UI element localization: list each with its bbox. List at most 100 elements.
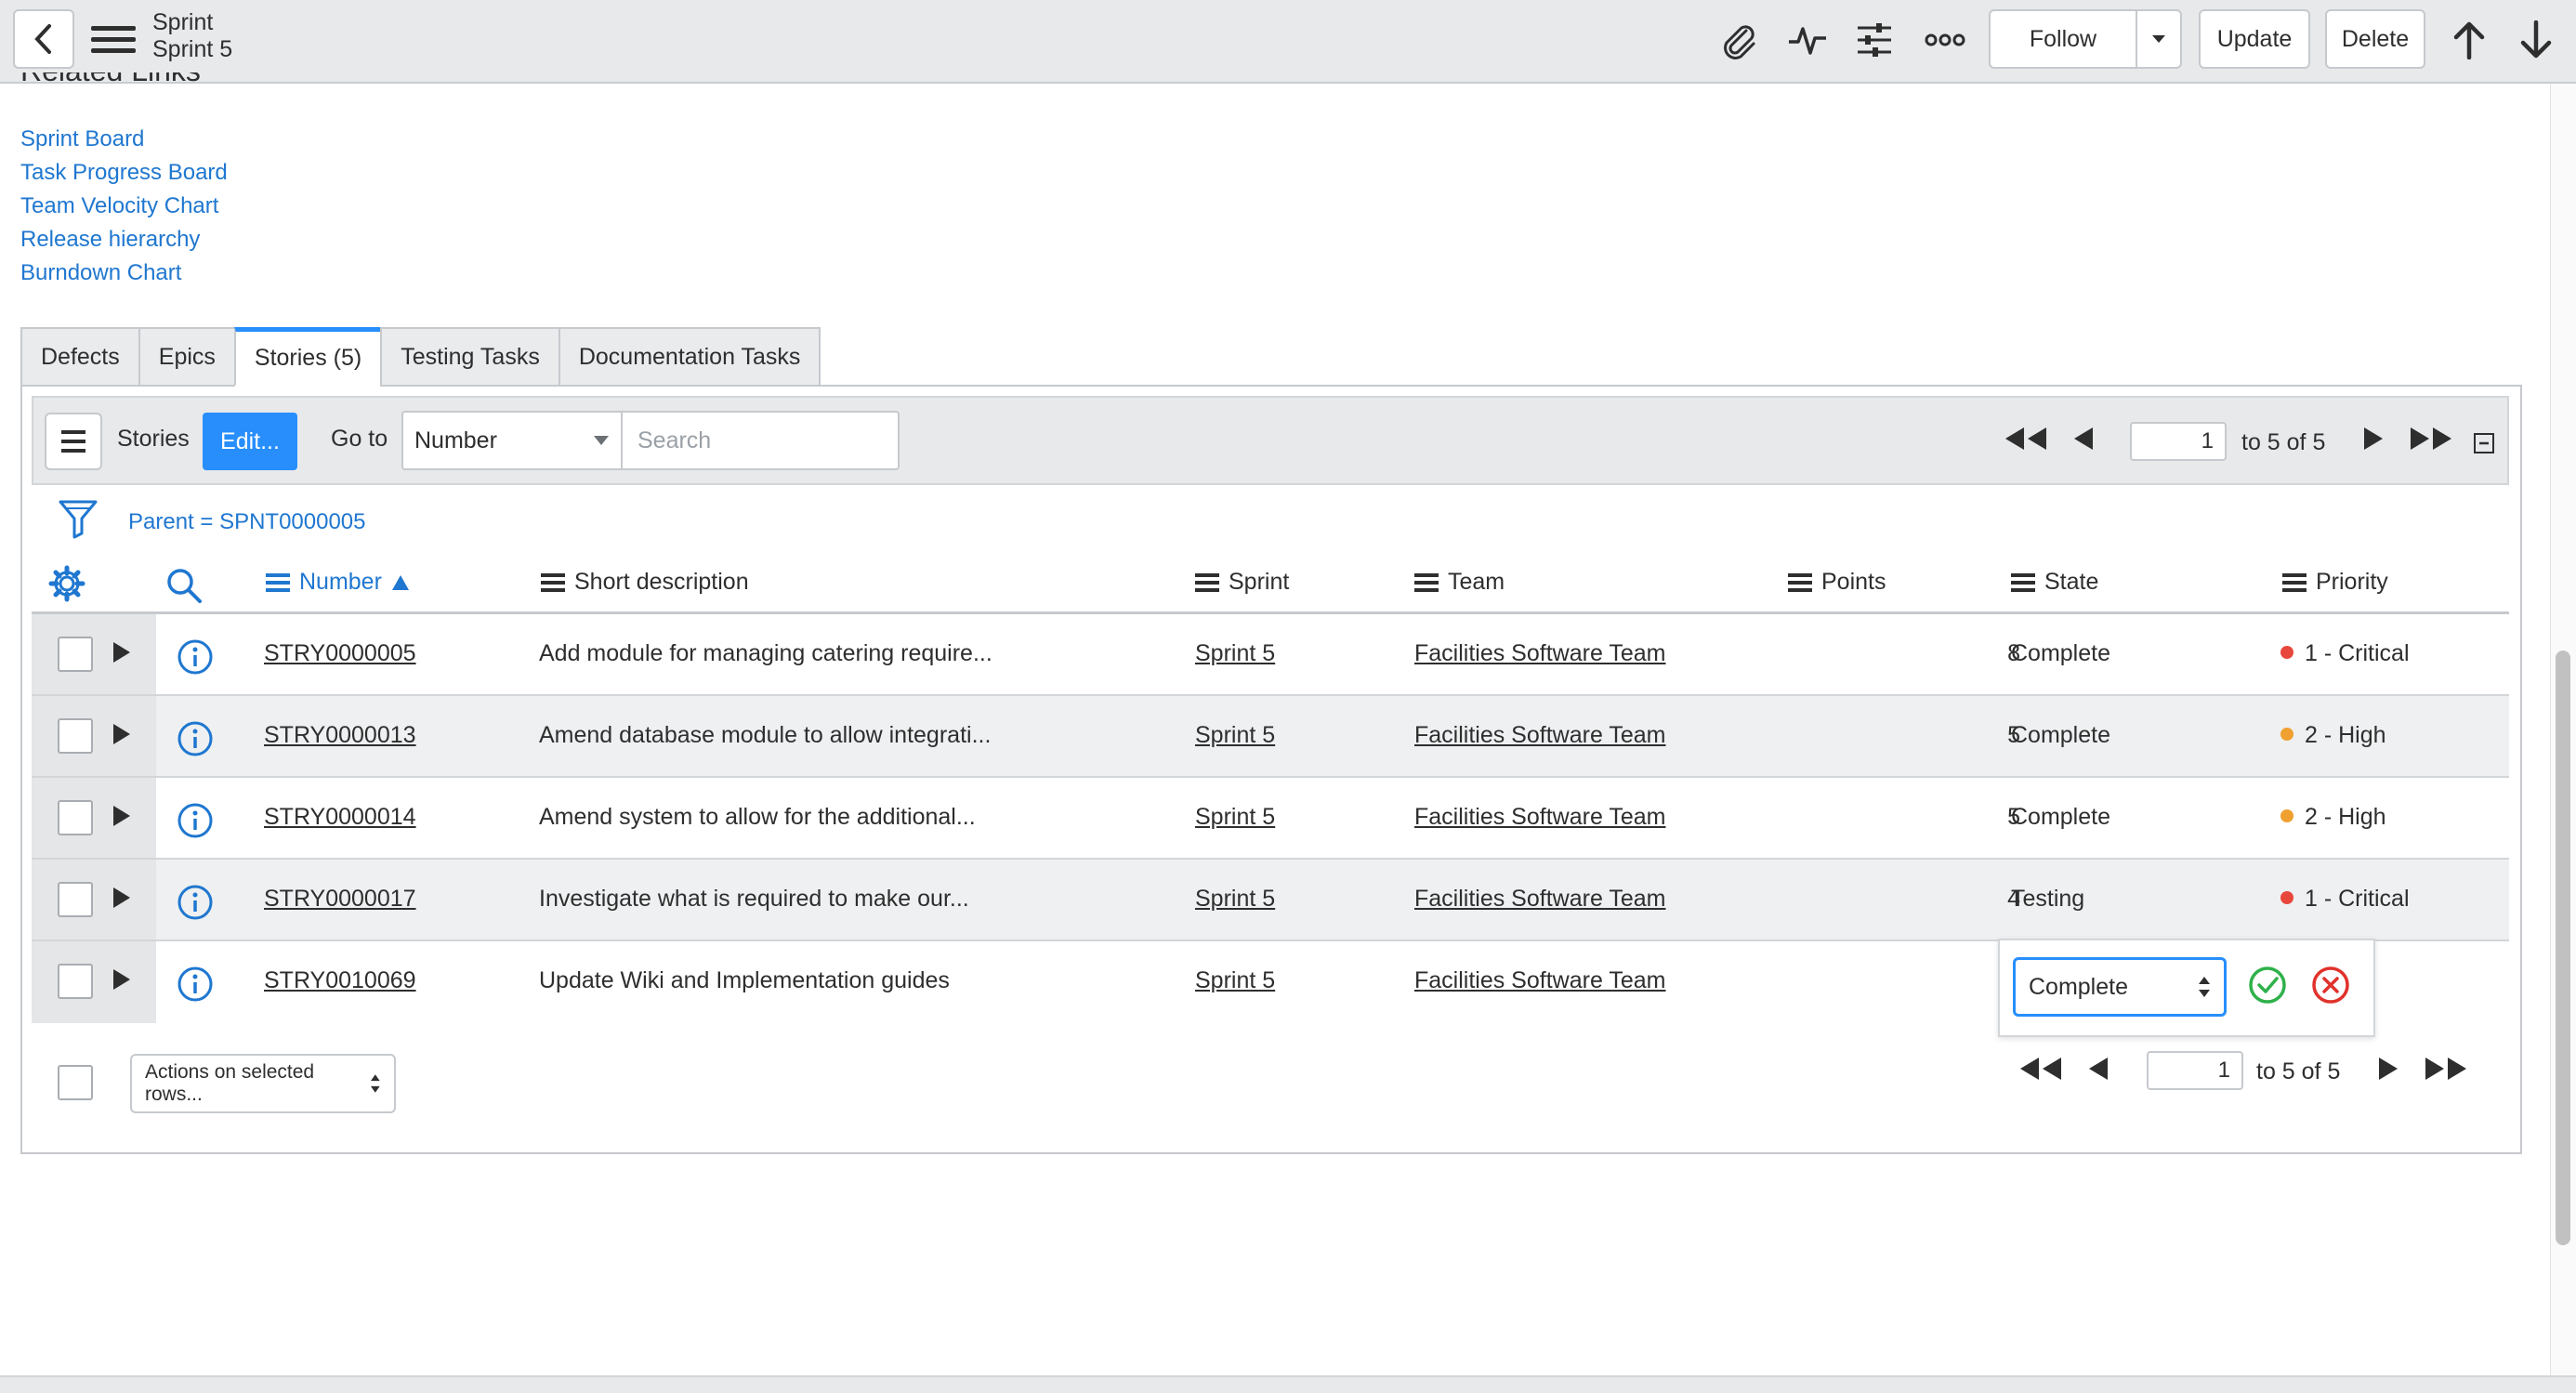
link-team-velocity-chart[interactable]: Team Velocity Chart: [20, 193, 218, 219]
list-toolbar: Stories Edit... Go to Number Search 1 to…: [32, 396, 2509, 485]
cell-team[interactable]: Facilities Software Team: [1414, 804, 1665, 831]
cell-team[interactable]: Facilities Software Team: [1414, 722, 1665, 749]
app-root: Sprint Sprint 5 Follow Update Delete Spr…: [0, 0, 2576, 1393]
select-all-checkbox[interactable]: [58, 1065, 93, 1100]
page-number-input[interactable]: 1: [2130, 422, 2227, 461]
column-search-icon[interactable]: [165, 567, 203, 604]
actions-on-selected-rows-select[interactable]: Actions on selected rows...: [130, 1054, 396, 1113]
save-check-icon[interactable]: [2247, 965, 2288, 1005]
link-release-hierarchy[interactable]: Release hierarchy: [20, 227, 200, 253]
priority-critical-dot: [2280, 891, 2293, 905]
scrollbar-thumb[interactable]: [2556, 651, 2570, 1245]
collapse-list-icon[interactable]: [2474, 433, 2494, 453]
table-row[interactable]: STRY0000014 Amend system to allow for th…: [32, 778, 2509, 860]
activity-stream-icon[interactable]: [1784, 17, 1831, 63]
column-header-state[interactable]: State: [2011, 569, 2098, 596]
first-page-icon[interactable]: [2002, 426, 2048, 452]
column-header-points[interactable]: Points: [1788, 569, 1886, 596]
edit-button[interactable]: Edit...: [203, 413, 297, 470]
personalize-form-icon[interactable]: [1851, 17, 1898, 63]
previous-page-icon[interactable]: [2072, 426, 2095, 452]
column-menu-icon[interactable]: [1414, 572, 1439, 592]
column-menu-icon[interactable]: [266, 572, 290, 592]
cell-number[interactable]: STRY0000005: [264, 640, 416, 667]
previous-record-arrow-icon[interactable]: [2446, 17, 2492, 63]
table-row[interactable]: STRY0000013 Amend database module to all…: [32, 696, 2509, 778]
cell-sprint[interactable]: Sprint 5: [1195, 967, 1275, 994]
list-menu-button[interactable]: [45, 413, 102, 470]
tab-testing-tasks[interactable]: Testing Tasks: [380, 327, 559, 387]
next-page-icon[interactable]: [2362, 426, 2385, 452]
column-header-priority[interactable]: Priority: [2282, 569, 2388, 596]
footer-first-page-icon[interactable]: [2017, 1056, 2063, 1082]
follow-button[interactable]: Follow: [1989, 9, 2137, 69]
info-icon[interactable]: [177, 802, 214, 844]
cell-sprint[interactable]: Sprint 5: [1195, 640, 1275, 667]
expand-row-icon[interactable]: [112, 640, 132, 669]
column-menu-icon[interactable]: [1195, 572, 1219, 592]
column-header-number[interactable]: Number: [266, 569, 410, 596]
next-record-arrow-icon[interactable]: [2513, 17, 2559, 63]
goto-field-select[interactable]: Number: [401, 411, 623, 470]
column-header-short-description[interactable]: Short description: [541, 569, 749, 596]
footer-page-number-input[interactable]: 1: [2147, 1051, 2243, 1090]
column-header-sprint[interactable]: Sprint: [1195, 569, 1289, 596]
table-row[interactable]: STRY0000017 Investigate what is required…: [32, 860, 2509, 941]
cell-number[interactable]: STRY0000014: [264, 804, 416, 831]
cell-team[interactable]: Facilities Software Team: [1414, 640, 1665, 667]
tab-defects[interactable]: Defects: [20, 327, 138, 387]
cell-number[interactable]: STRY0010069: [264, 967, 416, 994]
expand-row-icon[interactable]: [112, 886, 132, 914]
tab-stories[interactable]: Stories (5): [233, 327, 381, 387]
link-sprint-board[interactable]: Sprint Board: [20, 126, 144, 152]
list-search-input[interactable]: Search: [621, 411, 900, 470]
form-menu-button[interactable]: [91, 17, 136, 61]
filter-funnel-icon[interactable]: [58, 498, 99, 544]
column-header-team[interactable]: Team: [1414, 569, 1505, 596]
column-menu-icon[interactable]: [2011, 572, 2035, 592]
cell-sprint[interactable]: Sprint 5: [1195, 886, 1275, 913]
delete-button[interactable]: Delete: [2325, 9, 2425, 69]
row-checkbox[interactable]: [58, 882, 93, 917]
more-options-icon[interactable]: [1922, 17, 1968, 63]
cell-team[interactable]: Facilities Software Team: [1414, 967, 1665, 994]
expand-row-icon[interactable]: [112, 804, 132, 833]
footer-previous-page-icon[interactable]: [2087, 1056, 2109, 1082]
row-checkbox[interactable]: [58, 964, 93, 999]
last-page-icon[interactable]: [2409, 426, 2455, 452]
row-checkbox[interactable]: [58, 637, 93, 672]
expand-row-icon[interactable]: [112, 967, 132, 996]
back-button[interactable]: [13, 9, 74, 69]
table-row[interactable]: STRY0000005 Add module for managing cate…: [32, 614, 2509, 696]
link-burndown-chart[interactable]: Burndown Chart: [20, 260, 181, 286]
column-menu-icon[interactable]: [541, 572, 565, 592]
cell-sprint[interactable]: Sprint 5: [1195, 804, 1275, 831]
info-icon[interactable]: [177, 638, 214, 680]
state-select[interactable]: Complete: [2013, 957, 2227, 1017]
cell-team[interactable]: Facilities Software Team: [1414, 886, 1665, 913]
follow-dropdown-button[interactable]: [2136, 9, 2182, 69]
info-icon[interactable]: [177, 884, 214, 926]
filter-breadcrumb[interactable]: Parent = SPNT0000005: [128, 509, 366, 535]
column-menu-icon[interactable]: [2282, 572, 2307, 592]
cancel-x-icon[interactable]: [2310, 965, 2351, 1005]
footer-next-page-icon[interactable]: [2377, 1056, 2399, 1082]
update-button[interactable]: Update: [2199, 9, 2310, 69]
expand-row-icon[interactable]: [112, 722, 132, 751]
row-checkbox[interactable]: [58, 800, 93, 835]
footer-last-page-icon[interactable]: [2424, 1056, 2470, 1082]
info-icon[interactable]: [177, 966, 214, 1007]
list-settings-gear-icon[interactable]: [48, 565, 85, 602]
cell-short-description: Amend database module to allow integrati…: [539, 722, 992, 748]
cell-number[interactable]: STRY0000017: [264, 886, 416, 913]
attachment-icon[interactable]: [1715, 17, 1762, 63]
row-checkbox[interactable]: [58, 718, 93, 754]
cell-sprint[interactable]: Sprint 5: [1195, 722, 1275, 749]
page-scrollbar[interactable]: [2550, 84, 2576, 1375]
info-icon[interactable]: [177, 720, 214, 762]
tab-documentation-tasks[interactable]: Documentation Tasks: [558, 327, 821, 387]
tab-epics[interactable]: Epics: [138, 327, 234, 387]
cell-number[interactable]: STRY0000013: [264, 722, 416, 749]
link-task-progress-board[interactable]: Task Progress Board: [20, 160, 228, 186]
column-menu-icon[interactable]: [1788, 572, 1812, 592]
